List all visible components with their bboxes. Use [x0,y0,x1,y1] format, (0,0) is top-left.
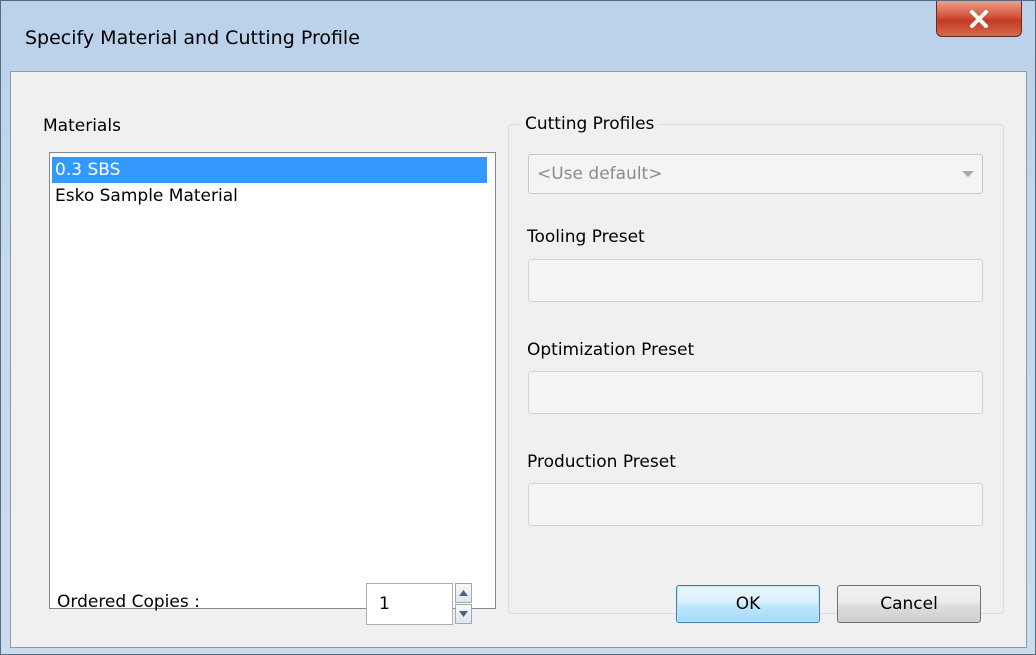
spin-up-button[interactable] [455,583,472,603]
tooling-preset-field[interactable] [528,259,983,302]
arrow-down-icon [459,611,468,617]
ordered-copies-input[interactable]: 1 [366,583,453,625]
materials-label: Materials [43,116,121,136]
cutting-profile-dropdown[interactable]: <Use default> [528,154,983,194]
spin-down-button[interactable] [455,604,472,624]
close-button[interactable] [936,1,1022,37]
list-item-esko-sample-material[interactable]: Esko Sample Material [52,183,238,209]
dialog-title: Specify Material and Cutting Profile [25,27,360,49]
production-preset-label: Production Preset [527,452,676,472]
chevron-down-icon [962,171,974,177]
optimization-preset-label: Optimization Preset [527,340,695,360]
production-preset-field[interactable] [528,483,983,526]
dialog-window: Specify Material and Cutting Profile Mat… [0,0,1036,655]
materials-list[interactable]: 0.3 SBS Esko Sample Material [49,152,496,609]
dialog-body: Materials 0.3 SBS Esko Sample Material O… [10,71,1027,648]
cutting-profile-value: <Use default> [537,164,663,184]
optimization-preset-field[interactable] [528,371,983,414]
cutting-profiles-label: Cutting Profiles [521,114,659,134]
list-item-0-3-sbs[interactable]: 0.3 SBS [52,157,487,183]
ordered-copies-label: Ordered Copies : [57,592,200,612]
cutting-profiles-group [508,124,1004,614]
ok-button[interactable]: OK [676,585,820,623]
close-icon [970,9,988,28]
cancel-button[interactable]: Cancel [837,585,981,623]
title-bar[interactable]: Specify Material and Cutting Profile [1,1,1035,75]
tooling-preset-label: Tooling Preset [527,227,645,247]
arrow-up-icon [459,590,468,596]
